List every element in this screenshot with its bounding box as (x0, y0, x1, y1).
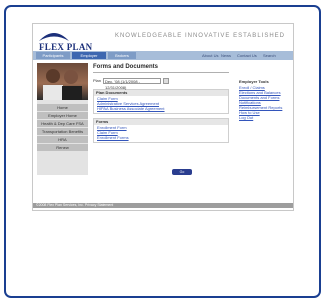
forms-box: Forms Enrollment Form Claim Form Enrollm… (93, 118, 229, 143)
brand-tagline: KNOWLEDGEABLE INNOVATIVE ESTABLISHED (114, 33, 285, 39)
page-footer: ©2008 Flex Plan Services, Inc. Privacy S… (33, 203, 293, 208)
nav-link-news[interactable]: News (221, 52, 231, 59)
chevron-down-icon[interactable] (163, 78, 169, 84)
sidebar-item-transportation[interactable]: Transportation Benefits (37, 128, 88, 135)
tool-link[interactable]: Log Out (239, 115, 291, 120)
tab-employer[interactable]: Employer (72, 52, 106, 59)
sidebar: Home Employer Home Health & Dep Care FSA… (37, 63, 88, 175)
tab-participants[interactable]: Participants (36, 52, 70, 59)
divider (93, 72, 229, 73)
web-page: FLEX PLAN KNOWLEDGEABLE INNOVATIVE ESTAB… (32, 23, 294, 211)
top-nav: Participants Employer Brokers About Us N… (33, 51, 293, 60)
flex-plan-logo-icon (39, 33, 69, 41)
side-menu: Home Employer Home Health & Dep Care FSA… (37, 104, 88, 152)
tab-brokers[interactable]: Brokers (108, 52, 136, 59)
employer-tools: Employer Tools Enroll / Claims Elections… (239, 79, 291, 120)
screenshot-frame: FLEX PLAN KNOWLEDGEABLE INNOVATIVE ESTAB… (4, 5, 321, 298)
nav-link-contact[interactable]: Contact Us (237, 52, 257, 59)
nav-link-about[interactable]: About Us (202, 52, 218, 59)
sidebar-item-home[interactable]: Home (37, 104, 88, 111)
go-button[interactable]: Go (172, 169, 192, 175)
sidebar-item-hra[interactable]: HRA (37, 136, 88, 143)
sidebar-item-renew[interactable]: Renew (37, 144, 88, 151)
sidebar-item-employer-home[interactable]: Employer Home (37, 112, 88, 119)
plan-filter-label: Plan (93, 78, 102, 83)
page-title: Forms and Documents (93, 64, 159, 70)
plan-documents-box: Plan Documents Claim Form Administrative… (93, 89, 229, 114)
plan-select[interactable]: Dec. '08 (1/1/2008 - 12/31/2008) (103, 78, 161, 90)
main-content: Forms and Documents Plan Dec. '08 (1/1/2… (93, 64, 229, 143)
people-photo-icon (43, 69, 82, 100)
nav-link-search[interactable]: Search (263, 52, 276, 59)
people-photo (37, 63, 88, 100)
sidebar-item-fsa[interactable]: Health & Dep Care FSA (37, 120, 88, 127)
plan-filter: Plan Dec. '08 (1/1/2008 - 12/31/2008) (93, 77, 229, 90)
